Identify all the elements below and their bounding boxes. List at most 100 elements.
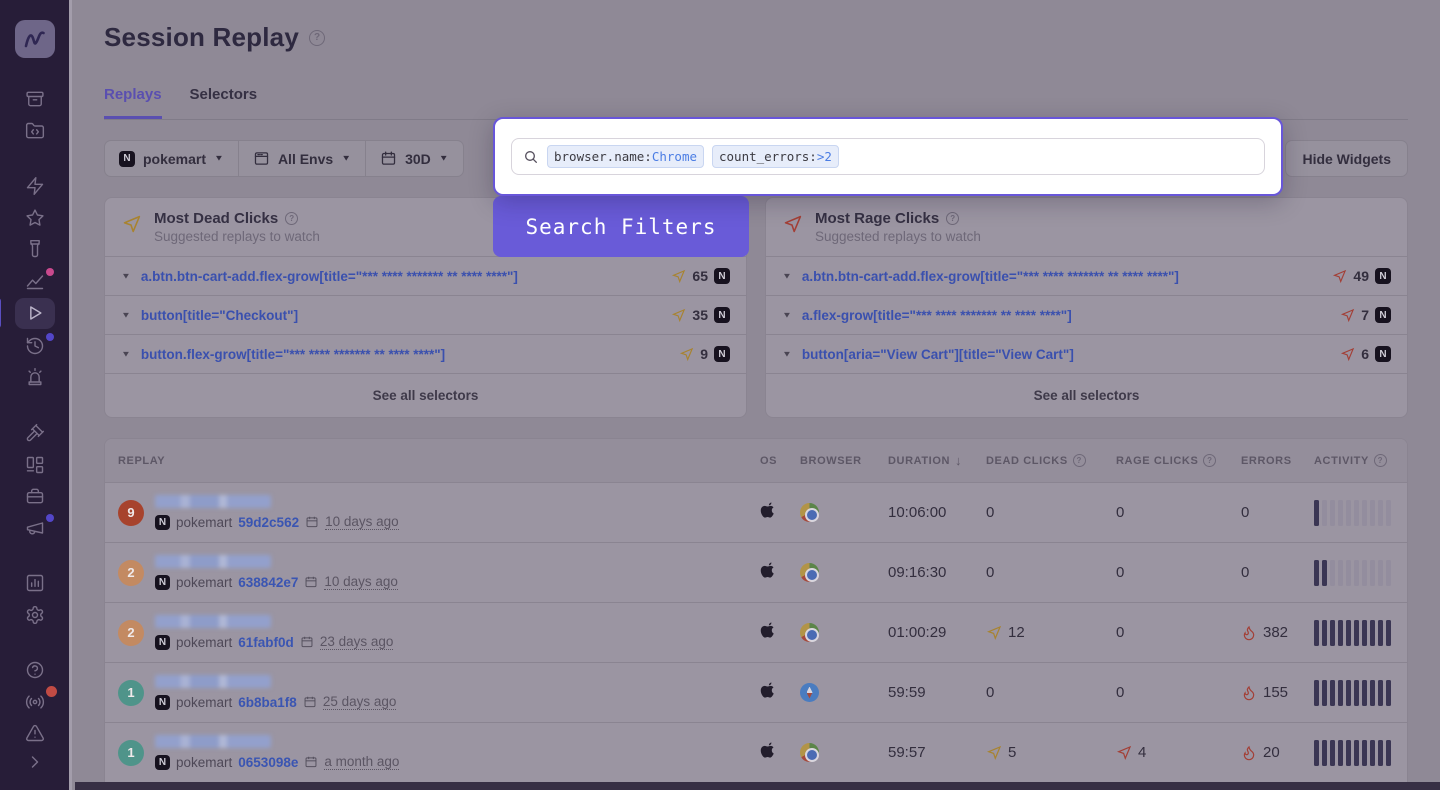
session-id-link[interactable]: 59d2c562 (238, 515, 299, 530)
chrome-icon (800, 563, 819, 582)
netlify-badge: N (1375, 268, 1391, 284)
bar-chart-icon[interactable] (15, 569, 55, 598)
filter-chip-browser[interactable]: browser.name:Chrome (547, 145, 704, 168)
time-ago[interactable]: 23 days ago (320, 634, 394, 650)
expand-chevron-icon[interactable]: ▼ (782, 311, 792, 320)
siren-icon[interactable] (15, 363, 55, 392)
col-rage-clicks: RAGE CLICKS? (1116, 454, 1241, 467)
line-chart-icon[interactable] (15, 267, 55, 296)
dead-clicks-value: 5 (986, 744, 1116, 761)
expand-chevron-icon[interactable]: ▼ (121, 350, 131, 359)
widget-title: Most Rage Clicks (815, 210, 939, 227)
dead-click-cursor-icon (986, 625, 1002, 641)
star-icon[interactable] (15, 204, 55, 233)
event-count-badge: 9 (118, 500, 144, 526)
filter-chip-errors[interactable]: count_errors:>2 (712, 145, 839, 168)
see-all-selectors-button[interactable]: See all selectors (766, 373, 1407, 417)
errors-value: 0 (1241, 504, 1314, 521)
date-range-selector[interactable]: 30D ▼ (366, 141, 463, 176)
selector-link[interactable]: button[aria="View Cart"][title="View Car… (802, 347, 1330, 362)
expand-chevron-icon[interactable]: ▼ (782, 272, 792, 281)
column-help-icon[interactable]: ? (1203, 454, 1216, 467)
selector-link[interactable]: a.btn.btn-cart-add.flex-grow[title="*** … (141, 269, 662, 284)
project-name: pokemart (176, 575, 232, 590)
click-count: 65 (692, 268, 708, 284)
widget-help-icon[interactable]: ? (285, 212, 298, 225)
user-name-blurred (155, 555, 271, 568)
toolbox-icon[interactable] (15, 482, 55, 511)
megaphone-icon[interactable] (15, 513, 55, 542)
warning-icon[interactable] (15, 719, 55, 748)
expand-chevron-icon[interactable]: ▼ (782, 350, 792, 359)
table-row[interactable]: 1 N pokemart 6b8ba1f8 25 days ago 59:59 … (105, 663, 1407, 723)
flashlight-icon[interactable] (15, 235, 55, 264)
errors-value: 20 (1241, 744, 1314, 761)
table-row[interactable]: 2 N pokemart 61fabf0d 23 days ago 01:00:… (105, 603, 1407, 663)
calendar-icon (380, 150, 397, 167)
time-ago[interactable]: 10 days ago (325, 514, 399, 530)
click-count: 49 (1353, 268, 1369, 284)
collapse-chevron-icon[interactable] (15, 748, 55, 777)
help-icon[interactable] (15, 656, 55, 685)
column-help-icon[interactable]: ? (1374, 454, 1387, 467)
active-indicator (0, 298, 1, 328)
col-errors: ERRORS (1241, 455, 1314, 467)
gear-icon[interactable] (15, 600, 55, 629)
column-help-icon[interactable]: ? (1073, 454, 1086, 467)
see-all-selectors-button[interactable]: See all selectors (105, 373, 746, 417)
rage-click-cursor-icon (1340, 308, 1355, 323)
expand-chevron-icon[interactable]: ▼ (121, 311, 131, 320)
user-name-blurred (155, 675, 271, 688)
table-row[interactable]: 1 N pokemart 0653098e a month ago 59:57 … (105, 723, 1407, 783)
click-count: 7 (1361, 307, 1369, 323)
selector-link[interactable]: a.flex-grow[title="*** **** ******* ** *… (802, 308, 1330, 323)
tab-selectors[interactable]: Selectors (190, 86, 258, 119)
chrome-icon (800, 743, 819, 762)
app-logo[interactable] (15, 20, 55, 58)
notification-dot (46, 333, 54, 341)
session-id-link[interactable]: 61fabf0d (238, 635, 294, 650)
widget-help-icon[interactable]: ? (946, 212, 959, 225)
lightning-icon[interactable] (15, 172, 55, 201)
col-duration[interactable]: DURATION↓ (888, 453, 986, 468)
session-replay-nav-icon[interactable] (15, 298, 55, 328)
click-count: 6 (1361, 346, 1369, 362)
table-row[interactable]: 9 N pokemart 59d2c562 10 days ago 10:06:… (105, 483, 1407, 543)
macos-icon (760, 740, 800, 765)
range-value: 30D (405, 151, 431, 167)
broadcast-icon[interactable] (15, 687, 55, 716)
dead-click-cursor-icon (679, 347, 694, 362)
col-activity: ACTIVITY? (1314, 454, 1394, 467)
selector-row: ▼ a.btn.btn-cart-add.flex-grow[title="**… (105, 256, 746, 295)
layout-dashboard-icon[interactable] (15, 450, 55, 479)
dead-clicks-value: 0 (986, 504, 1116, 521)
code-folder-icon[interactable] (15, 117, 55, 146)
hide-widgets-button[interactable]: Hide Widgets (1285, 140, 1408, 177)
dead-click-cursor-icon (671, 308, 686, 323)
project-selector[interactable]: N pokemart ▼ (105, 141, 239, 176)
gavel-icon[interactable] (15, 419, 55, 448)
selector-link[interactable]: button[title="Checkout"] (141, 308, 662, 323)
selector-link[interactable]: button.flex-grow[title="*** **** *******… (141, 347, 669, 362)
sidebar (0, 0, 72, 790)
chrome-icon (800, 503, 819, 522)
archive-icon[interactable] (15, 85, 55, 114)
env-selector[interactable]: All Envs ▼ (239, 141, 366, 176)
history-icon[interactable] (15, 332, 55, 361)
page-help-icon[interactable]: ? (309, 30, 325, 46)
session-id-link[interactable]: 0653098e (238, 755, 298, 770)
search-input[interactable]: browser.name:Chrome count_errors:>2 (511, 138, 1265, 175)
table-row[interactable]: 2 N pokemart 638842e7 10 days ago 09:16:… (105, 543, 1407, 603)
time-ago[interactable]: 10 days ago (324, 574, 398, 590)
selector-link[interactable]: a.btn.btn-cart-add.flex-grow[title="*** … (802, 269, 1323, 284)
tab-replays[interactable]: Replays (104, 86, 162, 119)
dead-clicks-value: 0 (986, 564, 1116, 581)
time-ago[interactable]: a month ago (324, 754, 399, 770)
expand-chevron-icon[interactable]: ▼ (121, 272, 131, 281)
netlify-badge: N (714, 346, 730, 362)
session-id-link[interactable]: 6b8ba1f8 (238, 695, 297, 710)
col-os: OS (760, 455, 800, 467)
dead-clicks-value: 12 (986, 624, 1116, 641)
session-id-link[interactable]: 638842e7 (238, 575, 298, 590)
time-ago[interactable]: 25 days ago (323, 694, 397, 710)
